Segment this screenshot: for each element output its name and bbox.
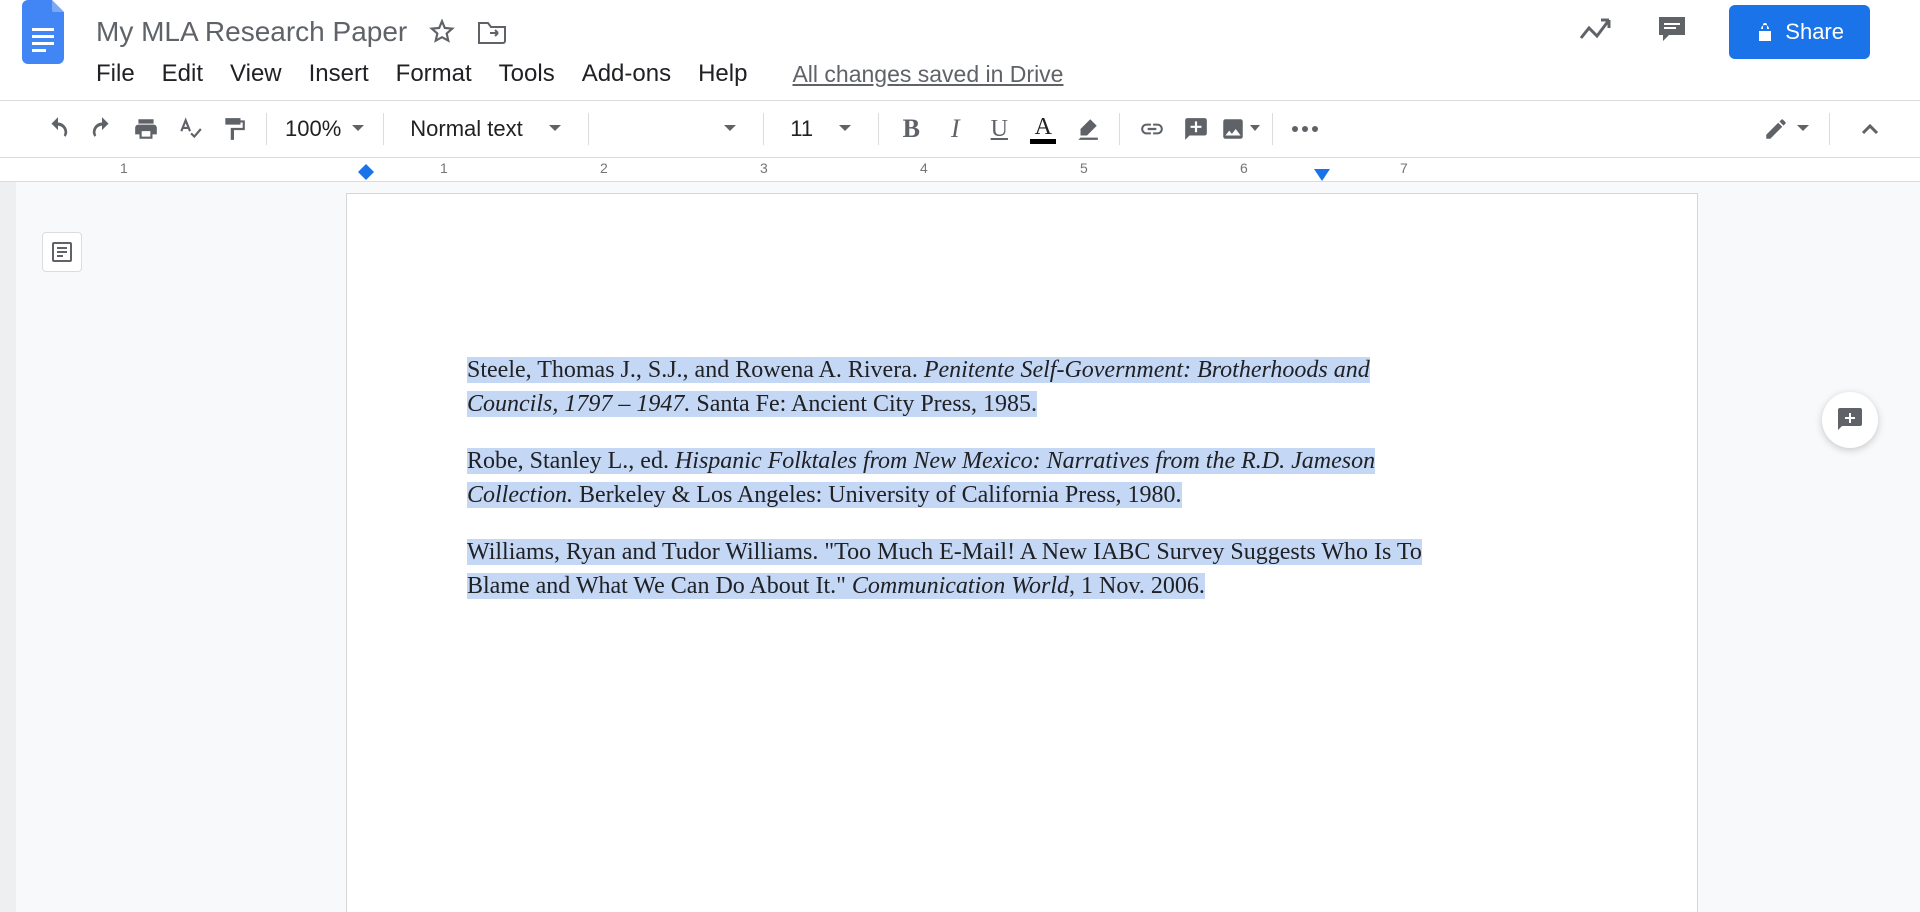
zoom-select[interactable]: 100% xyxy=(279,116,371,142)
separator xyxy=(1829,113,1830,145)
ruler-number: 7 xyxy=(1400,160,1408,176)
ruler-number: 4 xyxy=(920,160,928,176)
header-right: Share xyxy=(1579,5,1900,59)
move-folder-icon[interactable] xyxy=(477,19,507,45)
insert-image-button[interactable] xyxy=(1220,109,1260,149)
citation-entry[interactable]: Robe, Stanley L., ed. Hispanic Folktales… xyxy=(467,445,1577,512)
citation-text: Robe, Stanley L., ed. xyxy=(467,448,675,474)
print-button[interactable] xyxy=(126,109,166,149)
citation-text-italic: Collection. xyxy=(467,482,573,508)
citation-text: Williams, Ryan and Tudor Williams. "Too … xyxy=(467,539,1422,565)
save-status[interactable]: All changes saved in Drive xyxy=(792,61,1063,88)
separator xyxy=(383,113,384,145)
separator xyxy=(588,113,589,145)
citation-text-italic: Councils, 1797 – 1947. xyxy=(467,391,690,417)
text-color-indicator xyxy=(1030,139,1056,144)
separator xyxy=(878,113,879,145)
menu-tools[interactable]: Tools xyxy=(499,60,555,88)
menu-edit[interactable]: Edit xyxy=(162,60,203,88)
zoom-value: 100% xyxy=(285,116,341,142)
redo-button[interactable] xyxy=(82,109,122,149)
toolbar-right xyxy=(1763,109,1890,149)
explore-button[interactable] xyxy=(1822,392,1878,448)
more-button[interactable] xyxy=(1285,109,1325,149)
menu-format[interactable]: Format xyxy=(396,60,472,88)
citation-text: Steele, Thomas J., S.J., and Rowena A. R… xyxy=(467,357,924,383)
separator xyxy=(266,113,267,145)
citation-entry[interactable]: Williams, Ryan and Tudor Williams. "Too … xyxy=(467,536,1577,603)
paint-format-button[interactable] xyxy=(214,109,254,149)
ruler-number: 6 xyxy=(1240,160,1248,176)
workspace: Steele, Thomas J., S.J., and Rowena A. R… xyxy=(0,182,1920,912)
undo-button[interactable] xyxy=(38,109,78,149)
toolbar: 100% Normal text 11 B I U A xyxy=(0,100,1920,158)
paragraph-style-select[interactable]: Normal text xyxy=(396,116,576,142)
citation-text: Berkeley & Los Angeles: University of Ca… xyxy=(573,482,1182,508)
comments-icon[interactable] xyxy=(1655,13,1689,52)
title-cluster: My MLA Research Paper xyxy=(96,16,1579,48)
menu-addons[interactable]: Add-ons xyxy=(582,60,671,88)
activity-icon[interactable] xyxy=(1579,16,1615,49)
spellcheck-button[interactable] xyxy=(170,109,210,149)
citation-text: Santa Fe: Ancient City Press, 1985. xyxy=(690,391,1037,417)
font-size-value: 11 xyxy=(790,116,813,142)
separator xyxy=(763,113,764,145)
citation-text: Blame and What We Can Do About It." xyxy=(467,573,852,599)
share-button[interactable]: Share xyxy=(1729,5,1870,59)
docs-logo-icon[interactable] xyxy=(20,0,72,67)
ruler-number: 1 xyxy=(440,160,448,176)
bold-button[interactable]: B xyxy=(891,109,931,149)
citation-text-italic: Hispanic Folktales from New Mexico: Narr… xyxy=(675,448,1375,474)
font-size-select[interactable]: 11 xyxy=(776,116,866,142)
citation-entry[interactable]: Steele, Thomas J., S.J., and Rowena A. R… xyxy=(467,354,1577,421)
ruler-number: 2 xyxy=(600,160,608,176)
menu-view[interactable]: View xyxy=(230,60,282,88)
add-comment-button[interactable] xyxy=(1176,109,1216,149)
menu-file[interactable]: File xyxy=(96,60,135,88)
app-header: My MLA Research Paper Share File xyxy=(0,0,1920,100)
font-select[interactable] xyxy=(601,124,751,134)
menu-bar: File Edit View Insert Format Tools Add-o… xyxy=(0,54,1920,100)
star-icon[interactable] xyxy=(429,19,455,45)
insert-link-button[interactable] xyxy=(1132,109,1172,149)
text-color-button[interactable]: A xyxy=(1023,109,1063,149)
share-button-label: Share xyxy=(1785,19,1844,45)
title-row: My MLA Research Paper Share xyxy=(0,0,1920,54)
citation-text-italic: Communication World xyxy=(852,573,1069,599)
italic-button[interactable]: I xyxy=(935,109,975,149)
indent-marker-left[interactable] xyxy=(358,164,374,183)
horizontal-ruler[interactable]: 1 1 2 3 4 5 6 7 xyxy=(0,158,1920,182)
ruler-number: 3 xyxy=(760,160,768,176)
ruler-number: 1 xyxy=(120,160,128,176)
menu-help[interactable]: Help xyxy=(698,60,747,88)
paragraph-style-value: Normal text xyxy=(410,116,522,142)
citation-text: , 1 Nov. 2006. xyxy=(1069,573,1205,599)
document-title[interactable]: My MLA Research Paper xyxy=(96,16,407,48)
separator xyxy=(1272,113,1273,145)
editing-mode-button[interactable] xyxy=(1763,109,1809,149)
highlight-button[interactable] xyxy=(1067,109,1107,149)
separator xyxy=(1119,113,1120,145)
page[interactable]: Steele, Thomas J., S.J., and Rowena A. R… xyxy=(347,194,1697,912)
vertical-ruler[interactable] xyxy=(0,182,16,912)
citation-text-italic: Penitente Self-Government: Brotherhoods … xyxy=(924,357,1370,383)
menu-insert[interactable]: Insert xyxy=(309,60,369,88)
collapse-button[interactable] xyxy=(1850,109,1890,149)
document-area[interactable]: Steele, Thomas J., S.J., and Rowena A. R… xyxy=(16,182,1920,912)
ruler-number: 5 xyxy=(1080,160,1088,176)
underline-button[interactable]: U xyxy=(979,109,1019,149)
